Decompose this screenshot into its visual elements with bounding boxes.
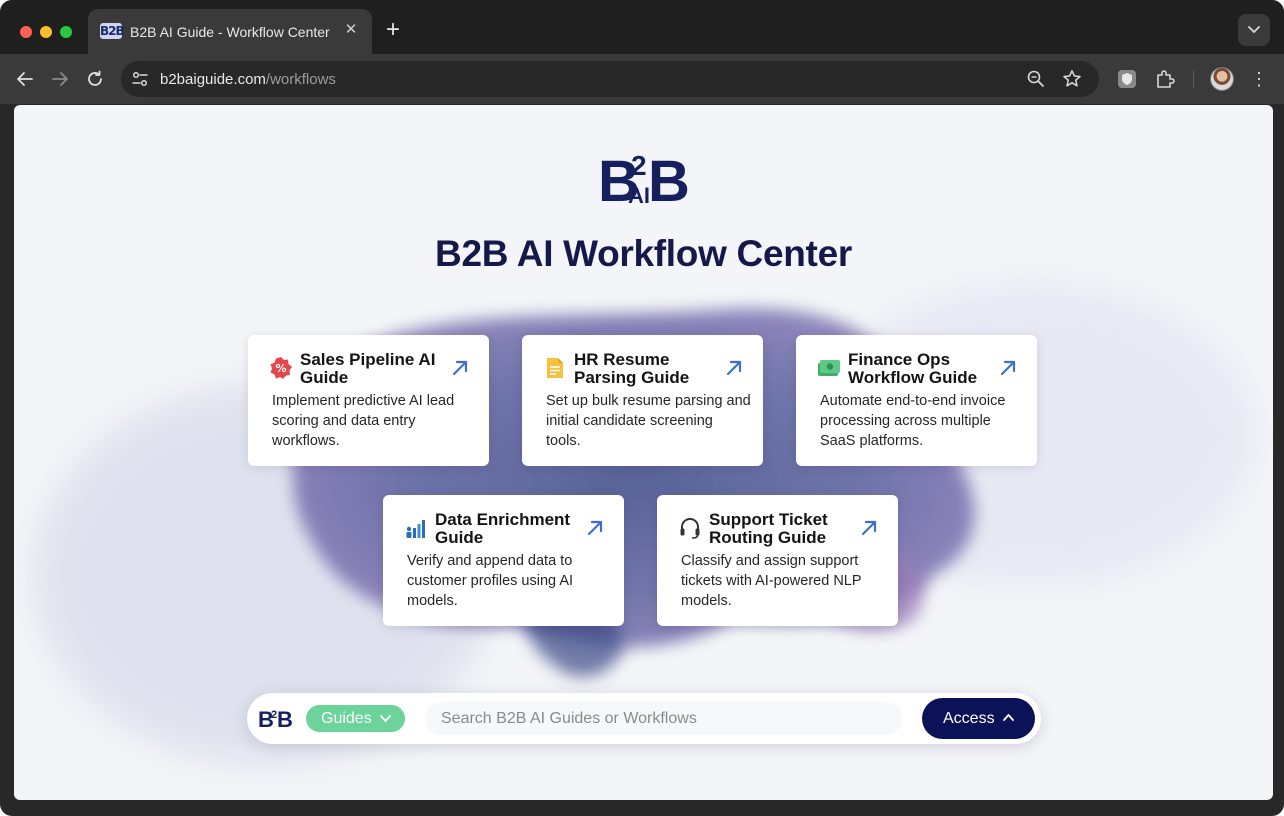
page-title: B2B AI Workflow Center (435, 233, 852, 274)
bookmark-star-icon[interactable] (1062, 69, 1082, 89)
card-description: Classify and assign support tickets with… (681, 553, 862, 609)
card-finance-ops[interactable]: Finance Ops Workflow Guide Automate end-… (796, 335, 1037, 466)
browser-menu-icon[interactable]: ⋮ (1248, 67, 1270, 91)
svg-text:2: 2 (631, 150, 647, 181)
search-bar: B B 2 Guides Access (247, 693, 1041, 744)
arrow-left-icon (17, 72, 33, 86)
card-hr-resume[interactable]: HR Resume Parsing Guide Set up bulk resu… (522, 335, 763, 466)
card-title: HR Resume Parsing Guide (574, 350, 690, 387)
tab-strip: B2B B2B AI Guide - Workflow Center ✕ + (0, 0, 1284, 54)
chevron-down-icon (380, 715, 391, 722)
percent-badge-icon: % (270, 357, 292, 379)
tune-icon (132, 71, 148, 87)
access-button-label: Access (943, 709, 995, 727)
address-bar[interactable]: b2baiguide.com/workflows (121, 61, 1099, 97)
card-title: Support Ticket Routing Guide (709, 510, 828, 547)
card-data-enrichment[interactable]: Data Enrichment Guide Verify and append … (383, 495, 624, 626)
chevron-up-icon (1003, 714, 1014, 721)
card-title: Sales Pipeline AI Guide (300, 350, 436, 387)
tab-search-button[interactable] (1238, 14, 1270, 46)
b2b-logo-small: B B 2 (258, 707, 293, 731)
maximize-window-button[interactable] (60, 26, 72, 38)
back-button[interactable] (12, 66, 38, 92)
zoom-icon[interactable] (1026, 69, 1046, 89)
page-viewport: B B 2 AI B2B AI Workflow Center % Sales … (14, 105, 1273, 800)
card-description: Set up bulk resume parsing and initial c… (546, 393, 751, 449)
forward-button[interactable] (47, 66, 73, 92)
card-description: Implement predictive AI lead scoring and… (272, 393, 455, 449)
minimize-window-button[interactable] (40, 26, 52, 38)
extensions-puzzle-icon[interactable] (1153, 67, 1177, 91)
b2bai-logo: B B 2 AI (598, 149, 690, 207)
url-host: b2baiguide.com (160, 71, 266, 88)
tab-close-icon[interactable]: ✕ (342, 21, 360, 39)
arrow-up-right-icon[interactable] (725, 359, 743, 377)
guides-filter-label: Guides (321, 710, 372, 727)
url-text[interactable]: b2baiguide.com/workflows (160, 71, 336, 88)
card-description: Automate end-to-end invoice processing a… (820, 393, 1006, 449)
card-title: Finance Ops Workflow Guide (848, 350, 978, 387)
card-description: Verify and append data to customer profi… (407, 553, 574, 609)
arrow-up-right-icon[interactable] (586, 519, 604, 537)
people-chart-icon (406, 520, 425, 538)
arrow-up-right-icon[interactable] (860, 519, 878, 537)
guides-filter-dropdown[interactable]: Guides (306, 705, 405, 732)
money-icon (818, 360, 840, 376)
svg-text:B: B (648, 149, 690, 207)
active-tab[interactable]: B2B B2B AI Guide - Workflow Center ✕ (88, 9, 372, 54)
arrow-up-right-icon[interactable] (999, 359, 1017, 377)
access-button[interactable]: Access (922, 698, 1035, 739)
url-path: /workflows (265, 71, 336, 88)
svg-text:2: 2 (271, 709, 277, 721)
svg-text:AI: AI (628, 183, 650, 207)
shield-extension-icon[interactable] (1115, 67, 1139, 91)
headset-icon (680, 518, 700, 539)
svg-text:B: B (277, 707, 293, 731)
tab-title: B2B AI Guide - Workflow Center (130, 24, 330, 40)
card-title: Data Enrichment Guide (435, 510, 571, 547)
tab-favicon: B2B (100, 23, 125, 39)
new-tab-button[interactable]: + (382, 18, 404, 42)
search-input[interactable] (425, 702, 902, 735)
arrow-right-icon (52, 72, 68, 86)
toolbar-divider (1193, 70, 1194, 88)
profile-avatar[interactable] (1210, 67, 1234, 91)
site-info-button[interactable] (129, 68, 151, 90)
close-window-button[interactable] (20, 26, 32, 38)
arrow-up-right-icon[interactable] (451, 359, 469, 377)
chevron-down-icon (1248, 26, 1260, 34)
reload-icon (88, 70, 102, 86)
card-support-ticket[interactable]: Support Ticket Routing Guide Classify an… (657, 495, 898, 626)
browser-window: B2B B2B AI Guide - Workflow Center ✕ + b… (0, 0, 1284, 816)
card-sales-pipeline[interactable]: % Sales Pipeline AI Guide Implement pred… (248, 335, 489, 466)
reload-button[interactable] (82, 66, 108, 92)
svg-text:%: % (275, 362, 286, 375)
document-icon (547, 358, 563, 378)
browser-toolbar: b2baiguide.com/workflows ⋮ (0, 54, 1284, 104)
